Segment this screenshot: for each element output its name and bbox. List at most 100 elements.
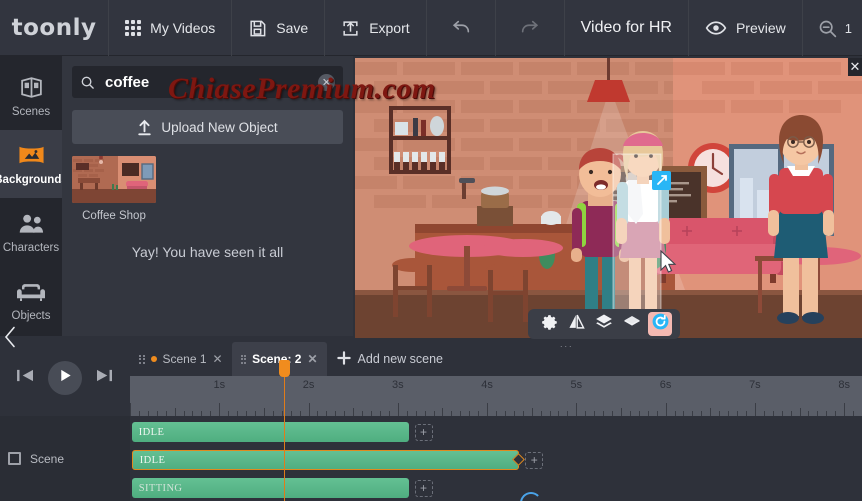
stage-drag-handle[interactable]: ... — [560, 339, 574, 349]
export-upload-icon — [341, 19, 360, 38]
sidebar-item-characters[interactable]: Characters — [0, 198, 62, 266]
play-icon — [58, 368, 73, 388]
save-label: Save — [276, 20, 309, 36]
ruler-tick — [665, 403, 667, 416]
asset-item-coffee-shop[interactable]: Coffee Shop — [72, 156, 156, 222]
ruler-tick — [799, 408, 801, 416]
ruler-tick — [442, 408, 444, 416]
export-button[interactable]: Export — [325, 0, 427, 56]
reset-rotate-button[interactable] — [648, 312, 672, 336]
ruler-tick — [620, 408, 622, 416]
ruler-tick — [263, 408, 265, 416]
preview-label: Preview — [735, 20, 786, 36]
undo-button[interactable] — [427, 0, 496, 56]
sidebar-item-label: Characters — [2, 242, 60, 254]
ruler-label: 6s — [659, 379, 672, 391]
add-keyframe-button[interactable]: + — [414, 479, 433, 497]
sidebar-item-label: Backgrounds — [0, 174, 68, 186]
ruler-label: 2s — [302, 379, 315, 391]
save-floppy-icon — [248, 19, 267, 38]
sidebar-collapse-button[interactable] — [2, 324, 18, 350]
object-float-toolbar — [528, 309, 680, 339]
drag-dots-icon — [240, 354, 247, 364]
search-icon — [80, 75, 95, 90]
plus-icon — [336, 350, 351, 368]
sidebar-item-scenes[interactable]: Scenes — [0, 62, 62, 130]
flip-horizontal-button[interactable] — [564, 312, 588, 336]
my-videos-button[interactable]: My Videos — [109, 0, 233, 56]
ruler-label: 1s — [213, 379, 226, 391]
sidebar-item-label: Scenes — [11, 106, 51, 118]
zoom-out-control[interactable]: 1 — [803, 0, 862, 56]
film-strip-icon — [8, 452, 21, 465]
ruler-tick — [710, 408, 712, 416]
send-backward-button[interactable] — [620, 312, 644, 336]
playhead[interactable] — [278, 360, 290, 501]
track-row: IDLE + — [131, 450, 544, 470]
track-clip-selected[interactable]: IDLE — [131, 450, 526, 470]
track-clip[interactable]: SITTING — [131, 478, 409, 498]
timeline-ruler[interactable]: 1s 2s 3s 4s 5s 6s 7s 8s — [130, 376, 862, 416]
ruler-label: 8s — [838, 379, 850, 391]
track-row: SITTING + — [131, 478, 433, 498]
add-new-scene-button[interactable]: Add new scene — [327, 342, 453, 376]
objects-sofa-icon — [17, 278, 45, 304]
scene-tab-close-button[interactable]: ✕ — [213, 352, 223, 366]
search-input[interactable] — [105, 73, 308, 91]
bring-forward-layers-icon — [595, 313, 613, 336]
settings-gear-button[interactable] — [536, 312, 560, 336]
sidebar-item-label: Objects — [11, 310, 51, 322]
timeline-panel: Scene 1 ✕ Scene: 2 ✕ Add new scene 1s 2s 3… — [0, 338, 862, 501]
ruler-label: 7s — [749, 379, 761, 391]
step-backward-icon — [17, 368, 34, 388]
redo-button[interactable] — [496, 0, 565, 56]
step-backward-button[interactable] — [17, 368, 34, 388]
ruler-tick — [844, 403, 846, 416]
canvas-stage[interactable]: ✕ — [355, 58, 862, 338]
add-keyframe-button[interactable]: + — [525, 451, 544, 469]
playhead-handle[interactable] — [278, 360, 290, 377]
scene-tab-label: Scene 1 — [162, 352, 207, 366]
clear-search-button[interactable]: ✕ — [318, 73, 335, 91]
zoom-value: 1 — [844, 20, 852, 36]
track-clip[interactable]: IDLE — [131, 422, 409, 442]
scene-tab-close-button[interactable]: ✕ — [307, 352, 317, 366]
transport-controls — [0, 348, 130, 408]
asset-label: Coffee Shop — [82, 210, 146, 222]
search-bar: ✕ — [72, 66, 343, 98]
upload-label: Upload New Object — [161, 119, 278, 135]
scene-status-dot — [150, 356, 157, 362]
project-title[interactable]: Video for HR — [565, 0, 689, 56]
ruler-tick — [130, 403, 131, 416]
chevron-left-icon — [4, 326, 17, 348]
scenes-cube-icon — [19, 74, 44, 100]
backgrounds-mountain-icon — [18, 142, 45, 168]
stage-close-button[interactable]: ✕ — [848, 58, 862, 76]
keyframe-diamond-icon[interactable] — [512, 453, 526, 466]
track-row: IDLE + — [131, 422, 433, 442]
upload-new-object-button[interactable]: Upload New Object — [72, 110, 343, 144]
scene-tab-label: Scene: 2 — [252, 352, 302, 366]
track-clip-label: SITTING — [138, 482, 183, 494]
add-keyframe-button[interactable]: + — [414, 423, 433, 441]
play-button[interactable] — [48, 361, 82, 395]
toonly-logo[interactable]: toonly — [0, 0, 110, 56]
bring-forward-button[interactable] — [592, 312, 616, 336]
ruler-tick — [487, 403, 489, 416]
asset-thumbnail — [72, 156, 156, 203]
ruler-tick — [308, 403, 310, 416]
step-forward-button[interactable] — [96, 368, 113, 388]
track-group-label: Scene — [0, 416, 130, 501]
timeline-tracks: Scene IDLE + IDLE + SITTING + — [0, 416, 862, 501]
redo-arrow-icon — [518, 17, 542, 39]
ruler-tick — [219, 403, 221, 416]
scene-tabs: Scene 1 ✕ Scene: 2 ✕ Add new scene — [130, 342, 453, 376]
add-new-scene-label: Add new scene — [357, 352, 444, 366]
scene-tab-1[interactable]: Scene 1 ✕ — [130, 342, 232, 376]
save-button[interactable]: Save — [232, 0, 326, 56]
track-clip-label: IDLE — [138, 426, 165, 438]
ruler-tick — [353, 408, 355, 416]
ruler-tick — [531, 408, 533, 416]
sidebar-item-backgrounds[interactable]: Backgrounds — [0, 130, 68, 198]
preview-button[interactable]: Preview — [689, 0, 803, 56]
